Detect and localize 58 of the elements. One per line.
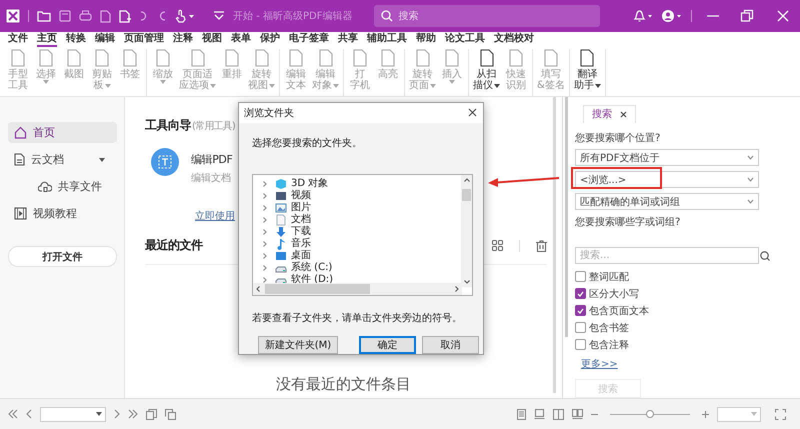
menu-tab[interactable]: 电子签章 bbox=[289, 32, 329, 47]
ribbon-button[interactable]: 翻译 助手 bbox=[572, 49, 603, 96]
dialog-button[interactable]: 新建文件夹(M) bbox=[258, 336, 338, 354]
panel-tab[interactable]: 搜索 bbox=[583, 105, 636, 123]
checkbox-label: 区分大小写 bbox=[589, 288, 639, 300]
section-title: 工具向导 bbox=[145, 117, 191, 134]
folder-item[interactable]: 文档 bbox=[263, 214, 311, 226]
folder-item[interactable]: 系统 (C:) bbox=[263, 262, 332, 274]
menu-tab[interactable]: 表单 bbox=[231, 32, 251, 47]
field-label: 您要搜索哪个位置? bbox=[575, 132, 662, 145]
sidebar-item[interactable]: 共享文件 bbox=[8, 176, 117, 197]
folder-item[interactable]: 下载 bbox=[263, 226, 311, 238]
menu-tab[interactable]: 视图 bbox=[202, 32, 222, 47]
menu-tab[interactable]: 转换 bbox=[66, 32, 86, 47]
checkbox-label: 包含注释 bbox=[589, 338, 629, 352]
section-subtitle: (常用工具) bbox=[192, 120, 236, 133]
ribbon-button[interactable]: 从扫 描仪 bbox=[471, 49, 502, 96]
dialog-title: 浏览文件夹 bbox=[244, 106, 294, 120]
folder-item[interactable]: 图片 bbox=[263, 202, 311, 214]
menu-tab[interactable]: 编辑 bbox=[95, 32, 115, 47]
menu-tab[interactable]: 文件 bbox=[8, 32, 28, 47]
checkbox-label: 整词匹配 bbox=[589, 270, 629, 284]
dialog-button[interactable]: 确定 bbox=[359, 336, 416, 354]
menu-tab[interactable]: 帮助 bbox=[416, 32, 436, 47]
menu-tab[interactable]: 文档校对 bbox=[494, 32, 534, 47]
use-now-link[interactable]: 立即使用 bbox=[195, 209, 235, 223]
section-title: 最近的文件 bbox=[145, 237, 202, 254]
dropdown-field[interactable]: 所有PDF文档位于 bbox=[575, 149, 759, 166]
menu-tab[interactable]: 共享 bbox=[338, 32, 358, 47]
search-field[interactable]: 搜索 bbox=[374, 5, 600, 27]
open-file-button[interactable]: 打开文件 bbox=[8, 246, 117, 267]
menu-tab[interactable]: 注释 bbox=[173, 32, 193, 47]
tool-title: 编辑PDF bbox=[191, 152, 232, 167]
sidebar-item[interactable]: 首页 bbox=[8, 122, 117, 143]
menu-tab[interactable]: 保护 bbox=[260, 32, 280, 47]
dialog-button[interactable]: 取消 bbox=[422, 336, 479, 354]
tool-description: 编辑文档 bbox=[191, 172, 232, 185]
sidebar-item[interactable]: 视频教程 bbox=[8, 203, 117, 224]
folder-item[interactable]: 3D 对象 bbox=[263, 178, 328, 190]
sidebar-item[interactable]: 云文档 bbox=[8, 149, 117, 170]
folder-item[interactable]: 音乐 bbox=[263, 238, 311, 250]
checkbox-label: 包含页面文本 bbox=[589, 304, 649, 318]
dialog-hint: 若要查看子文件夹，请单击文件夹旁边的符号。 bbox=[252, 312, 463, 325]
dialog-prompt: 选择您要搜索的文件夹。 bbox=[252, 136, 363, 150]
window-title: 开始 - 福昕高级PDF编辑器 bbox=[233, 10, 352, 23]
folder-item[interactable]: 视频 bbox=[263, 190, 311, 202]
empty-message: 没有最近的文件条目 bbox=[275, 375, 412, 394]
dropdown-field[interactable]: <浏览...> bbox=[575, 171, 759, 188]
search-field[interactable]: 搜索... bbox=[575, 247, 759, 264]
dropdown-field[interactable]: 匹配精确的单词或词组 bbox=[575, 193, 759, 210]
checkbox-label: 包含书签 bbox=[589, 322, 629, 334]
folder-tree[interactable]: 3D 对象 视频 图片 文档 下载 音乐 桌面 系统 (C:) 软件 (D:) bbox=[252, 174, 473, 296]
menu-tab[interactable]: 页面管理 bbox=[124, 32, 164, 47]
menu-tab[interactable]: 论文工具 bbox=[445, 32, 485, 47]
field-label: 您要搜索哪些字或词组? bbox=[575, 216, 682, 229]
menu-tab[interactable]: 辅助工具 bbox=[367, 32, 407, 47]
folder-item[interactable]: 桌面 bbox=[263, 250, 311, 262]
more-link[interactable]: 更多>> bbox=[581, 357, 618, 371]
